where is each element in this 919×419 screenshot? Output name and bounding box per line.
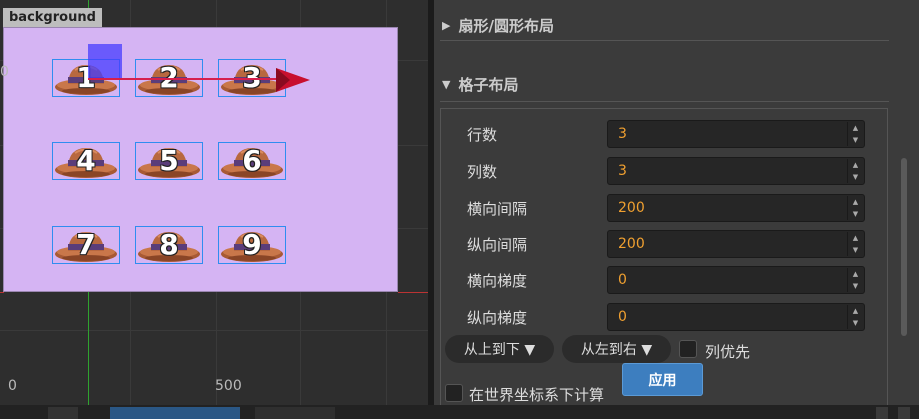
number-stepper[interactable]: ▲ ▼ (847, 268, 863, 292)
field-label: 纵向梯度 (467, 309, 528, 327)
field-label: 列数 (467, 163, 498, 181)
spin-down-icon[interactable]: ▼ (848, 317, 863, 329)
rows-field-row: 行数 3 ▲ ▼ (441, 120, 887, 148)
spin-down-icon[interactable]: ▼ (848, 208, 863, 220)
fan-layout-section-header[interactable]: ▶ 扇形/圆形布局 (434, 6, 889, 44)
horizontal-order-dropdown[interactable]: 从左到右 ▼ (562, 335, 671, 363)
spin-up-icon[interactable]: ▲ (848, 196, 863, 208)
apply-button[interactable]: 应用 (622, 363, 703, 396)
field-value: 3 (618, 126, 627, 142)
inspector-panel: ▶ 扇形/圆形布局 ▼ 格子布局 行数 3 ▲ ▼ 列数 3 ▲ ▼ 横向间隔 … (434, 0, 919, 405)
vertical-spacing-input[interactable]: 200 ▲ ▼ (607, 230, 865, 258)
columns-input[interactable]: 3 ▲ ▼ (607, 157, 865, 185)
column-first-label: 列优先 (705, 343, 751, 361)
vertical-order-dropdown[interactable]: 从上到下 ▼ (445, 335, 554, 363)
x-axis-line (0, 292, 4, 293)
field-value: 0 (618, 309, 627, 325)
grid-cell-8[interactable]: 8 (135, 226, 203, 264)
field-value: 200 (618, 236, 645, 252)
spin-down-icon[interactable]: ▼ (848, 134, 863, 146)
grid-cell-9[interactable]: 9 (218, 226, 286, 264)
spin-down-icon[interactable]: ▼ (848, 280, 863, 292)
field-label: 横向梯度 (467, 272, 528, 290)
horizontal-gradient-field-row: 横向梯度 0 ▲ ▼ (441, 266, 887, 294)
spin-down-icon[interactable]: ▼ (848, 171, 863, 183)
cell-number: 8 (159, 228, 179, 261)
rows-input[interactable]: 3 ▲ ▼ (607, 120, 865, 148)
field-value: 3 (618, 163, 627, 179)
ruler-x-label: 0 (8, 378, 17, 394)
cell-number: 7 (76, 228, 96, 261)
scrollbar-thumb[interactable] (901, 158, 907, 336)
collapsed-arrow-icon: ▶ (442, 18, 451, 32)
columns-field-row: 列数 3 ▲ ▼ (441, 157, 887, 185)
field-label: 行数 (467, 126, 498, 144)
horizontal-spacing-field-row: 横向间隔 200 ▲ ▼ (441, 194, 887, 222)
grid-layout-panel: 行数 3 ▲ ▼ 列数 3 ▲ ▼ 横向间隔 200 ▲ ▼ 纵向间隔 200 … (440, 108, 888, 405)
bottom-tab[interactable] (876, 407, 888, 419)
spin-up-icon[interactable]: ▲ (848, 122, 863, 134)
world-coords-checkbox[interactable] (445, 384, 463, 402)
x-axis-line (398, 292, 428, 293)
grid-cell-5[interactable]: 5 (135, 142, 203, 180)
bottom-tab-bar (0, 405, 919, 419)
x-axis-arrow-shaft[interactable] (88, 78, 286, 80)
grid-cell-7[interactable]: 7 (52, 226, 120, 264)
scene-viewport[interactable]: background 1 2 3 4 5 6 7 8 9 0 0 5 (0, 0, 428, 405)
cell-number: 9 (242, 228, 262, 261)
spin-up-icon[interactable]: ▲ (848, 305, 863, 317)
vertical-spacing-field-row: 纵向间隔 200 ▲ ▼ (441, 230, 887, 258)
grid-cell-6[interactable]: 6 (218, 142, 286, 180)
grid-line (0, 330, 428, 331)
section-separator (440, 101, 889, 102)
section-title: 格子布局 (458, 75, 519, 94)
bottom-tab-active[interactable] (110, 407, 240, 419)
ruler-x-label: 500 (215, 378, 242, 394)
bottom-tab[interactable] (48, 407, 78, 419)
spin-up-icon[interactable]: ▲ (848, 232, 863, 244)
spin-up-icon[interactable]: ▲ (848, 159, 863, 171)
number-stepper[interactable]: ▲ ▼ (847, 196, 863, 220)
grid-cell-4[interactable]: 4 (52, 142, 120, 180)
cell-number: 4 (76, 144, 96, 177)
spin-down-icon[interactable]: ▼ (848, 244, 863, 256)
node-name-tag: background (3, 8, 102, 27)
number-stepper[interactable]: ▲ ▼ (847, 159, 863, 183)
scrollbar-track[interactable] (896, 0, 919, 405)
number-stepper[interactable]: ▲ ▼ (847, 232, 863, 256)
field-value: 0 (618, 272, 627, 288)
cell-number: 6 (242, 144, 262, 177)
bottom-tab[interactable] (898, 407, 910, 419)
expanded-arrow-icon: ▼ (442, 77, 451, 91)
ruler-y-label: 0 (0, 64, 9, 80)
field-label: 纵向间隔 (467, 236, 528, 254)
vertical-gradient-field-row: 纵向梯度 0 ▲ ▼ (441, 303, 887, 331)
field-value: 200 (618, 200, 645, 216)
move-gizmo-handle[interactable] (88, 44, 122, 78)
section-title: 扇形/圆形布局 (458, 16, 554, 35)
x-axis-arrow-icon[interactable] (276, 68, 310, 92)
field-label: 横向间隔 (467, 200, 528, 218)
spin-up-icon[interactable]: ▲ (848, 268, 863, 280)
vertical-gradient-input[interactable]: 0 ▲ ▼ (607, 303, 865, 331)
column-first-checkbox[interactable] (679, 340, 697, 358)
number-stepper[interactable]: ▲ ▼ (847, 122, 863, 146)
cell-number: 5 (159, 144, 179, 177)
bottom-tab[interactable] (255, 407, 335, 419)
number-stepper[interactable]: ▲ ▼ (847, 305, 863, 329)
horizontal-spacing-input[interactable]: 200 ▲ ▼ (607, 194, 865, 222)
section-separator (440, 40, 889, 41)
world-coords-label: 在世界坐标系下计算 (469, 386, 605, 404)
horizontal-gradient-input[interactable]: 0 ▲ ▼ (607, 266, 865, 294)
grid-layout-section-header[interactable]: ▼ 格子布局 (434, 65, 889, 103)
